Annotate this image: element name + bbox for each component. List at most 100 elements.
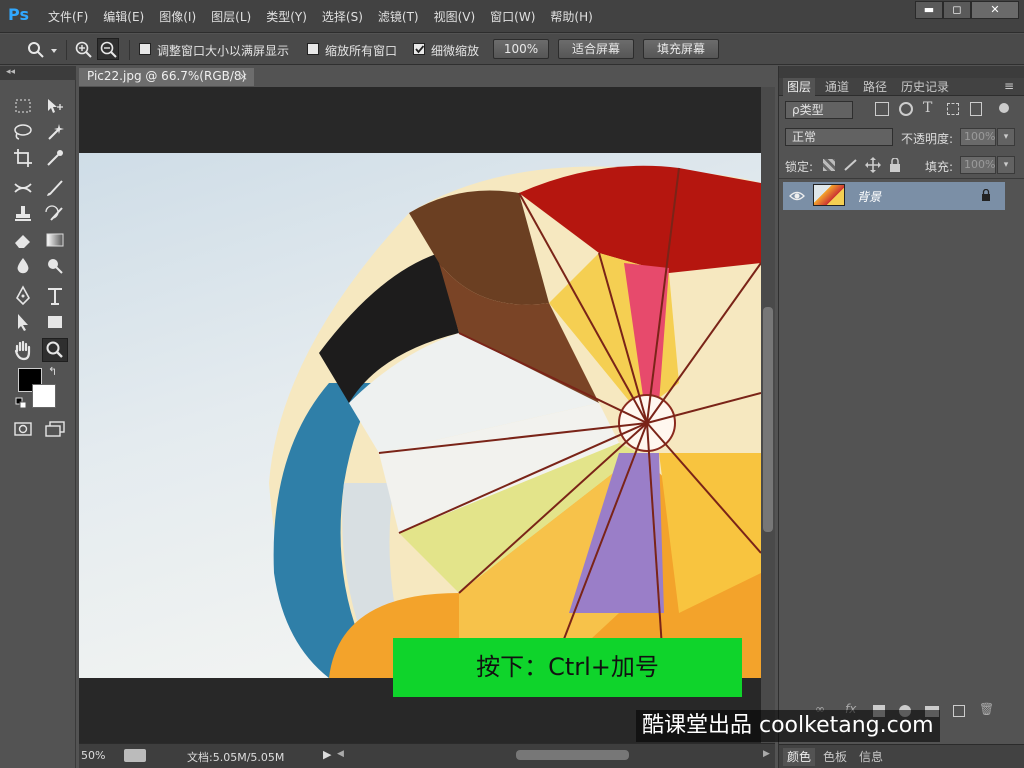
tab-color[interactable]: 颜色	[783, 748, 816, 766]
status-menu-arrow-icon[interactable]: ▶	[323, 748, 331, 761]
visibility-eye-icon[interactable]	[789, 189, 805, 203]
fill-dropdown-icon[interactable]: ▾	[997, 156, 1015, 174]
menu-filter[interactable]: 滤镜(T)	[378, 8, 419, 25]
delete-layer-icon[interactable]: 🗑	[979, 702, 994, 716]
hand-tool-icon[interactable]	[10, 338, 36, 362]
menu-layer[interactable]: 图层(L)	[211, 8, 251, 25]
document-tab[interactable]: Pic22.jpg @ 66.7%(RGB/8) ×	[79, 68, 254, 86]
lock-image-icon[interactable]	[843, 158, 859, 172]
pen-tool-icon[interactable]	[10, 284, 36, 308]
zoom-out-button[interactable]	[97, 38, 119, 60]
scrubby-zoom-label: 细微缩放	[431, 44, 480, 58]
status-icon[interactable]	[124, 749, 146, 762]
zoom-level[interactable]: 50%	[81, 749, 105, 762]
vertical-scrollbar[interactable]	[761, 87, 775, 743]
background-color-swatch[interactable]	[32, 384, 56, 408]
menu-help[interactable]: 帮助(H)	[550, 8, 592, 25]
rectangle-tool-icon[interactable]	[42, 310, 68, 334]
menu-items: 文件(F) 编辑(E) 图像(I) 图层(L) 类型(Y) 选择(S) 滤镜(T…	[48, 0, 608, 33]
tab-layers[interactable]: 图层	[783, 78, 816, 96]
tab-history[interactable]: 历史记录	[897, 78, 953, 96]
scroll-left-icon[interactable]: ◀	[337, 749, 344, 759]
eyedropper-tool-icon[interactable]	[42, 146, 68, 170]
scrubby-zoom-checkbox[interactable]	[413, 43, 425, 55]
blur-tool-icon[interactable]	[10, 254, 36, 278]
menu-view[interactable]: 视图(V)	[434, 8, 476, 25]
layer-filter-label: ρ类型	[792, 103, 824, 117]
panel-divider	[779, 178, 1024, 179]
zoom-out-icon	[100, 41, 117, 58]
tab-swatches[interactable]: 色板	[819, 748, 851, 766]
scroll-right-icon[interactable]: ▶	[763, 749, 770, 759]
panel-collapse-bar[interactable]	[779, 66, 1024, 78]
menu-type[interactable]: 类型(Y)	[266, 8, 307, 25]
filter-adjustment-icon[interactable]	[899, 102, 913, 116]
crop-tool-icon[interactable]	[10, 146, 36, 170]
tool-preset-picker-icon[interactable]	[26, 40, 60, 60]
panel-menu-icon[interactable]: ≡	[1004, 79, 1014, 93]
close-button[interactable]: ✕	[971, 1, 1019, 19]
actual-pixels-button[interactable]: 100%	[493, 39, 549, 59]
opacity-input[interactable]: 100%	[960, 128, 996, 146]
tab-channels[interactable]: 通道	[821, 78, 853, 96]
options-bar: 调整窗口大小以满屏显示 缩放所有窗口 细微缩放 100% 适合屏幕 填充屏幕	[0, 34, 1024, 65]
move-tool-icon[interactable]	[42, 94, 68, 118]
lock-transparency-icon[interactable]	[823, 159, 835, 171]
watermark: 酷课堂出品 coolketang.com	[636, 710, 940, 742]
menu-select[interactable]: 选择(S)	[322, 8, 363, 25]
fill-input[interactable]: 100%	[960, 156, 996, 174]
maximize-button[interactable]: ◻	[943, 1, 971, 19]
spot-healing-brush-icon[interactable]	[10, 176, 36, 200]
eraser-tool-icon[interactable]	[10, 228, 36, 252]
minimize-button[interactable]: ▬	[915, 1, 943, 19]
layers-panel-tabs: 图层 通道 路径 历史记录 ≡	[779, 78, 1024, 96]
blend-mode-select[interactable]: 正常	[785, 128, 893, 146]
zoom-all-windows-checkbox[interactable]	[307, 43, 319, 55]
gradient-tool-icon[interactable]	[42, 228, 68, 252]
filter-smart-object-icon[interactable]	[970, 102, 982, 116]
filter-shape-icon[interactable]	[947, 103, 959, 115]
dodge-tool-icon[interactable]	[42, 254, 68, 278]
screen-mode-icon[interactable]	[42, 417, 68, 441]
clone-stamp-tool-icon[interactable]	[10, 202, 36, 226]
magic-wand-tool-icon[interactable]	[42, 120, 68, 144]
path-selection-tool-icon[interactable]	[10, 310, 36, 334]
vertical-scrollbar-thumb[interactable]	[763, 307, 773, 532]
resize-windows-label: 调整窗口大小以满屏显示	[157, 44, 290, 58]
resize-windows-checkbox[interactable]	[139, 43, 151, 55]
menu-window[interactable]: 窗口(W)	[490, 8, 535, 25]
default-colors-icon[interactable]	[15, 397, 27, 409]
menu-file[interactable]: 文件(F)	[48, 8, 88, 25]
lasso-tool-icon[interactable]	[10, 120, 36, 144]
brush-tool-icon[interactable]	[42, 176, 68, 200]
tab-paths[interactable]: 路径	[859, 78, 891, 96]
lock-all-icon[interactable]	[889, 158, 901, 172]
menu-image[interactable]: 图像(I)	[159, 8, 196, 25]
filter-toggle-icon[interactable]	[999, 103, 1009, 113]
history-brush-tool-icon[interactable]	[42, 202, 68, 226]
horizontal-scrollbar-thumb[interactable]	[516, 750, 629, 760]
fill-screen-button[interactable]: 填充屏幕	[643, 39, 719, 59]
layer-lock-icon	[982, 189, 990, 201]
lock-position-icon[interactable]	[865, 157, 881, 173]
blend-mode-value: 正常	[792, 130, 817, 144]
tools-panel-collapse-icon[interactable]: ◂◂	[0, 66, 76, 80]
swap-colors-icon[interactable]: ↰	[48, 366, 60, 378]
tab-info[interactable]: 信息	[855, 748, 887, 766]
rectangular-marquee-tool-icon[interactable]	[10, 94, 36, 118]
close-document-icon[interactable]: ×	[239, 68, 248, 85]
menu-edit[interactable]: 编辑(E)	[103, 8, 144, 25]
document-image	[79, 153, 761, 678]
quick-mask-icon[interactable]	[10, 417, 36, 441]
layer-filter-select[interactable]: ρ类型	[785, 101, 853, 119]
filter-pixel-icon[interactable]	[875, 102, 889, 116]
zoom-tool-icon[interactable]	[42, 338, 68, 362]
layer-name[interactable]: 背景	[857, 188, 881, 205]
fit-screen-button[interactable]: 适合屏幕	[558, 39, 634, 59]
filter-type-icon[interactable]: T	[923, 100, 932, 116]
zoom-in-icon[interactable]	[74, 40, 94, 60]
layer-row-background[interactable]: 背景	[783, 182, 1005, 210]
new-layer-icon[interactable]	[953, 705, 965, 717]
opacity-dropdown-icon[interactable]: ▾	[997, 128, 1015, 146]
type-tool-icon[interactable]	[42, 284, 68, 308]
